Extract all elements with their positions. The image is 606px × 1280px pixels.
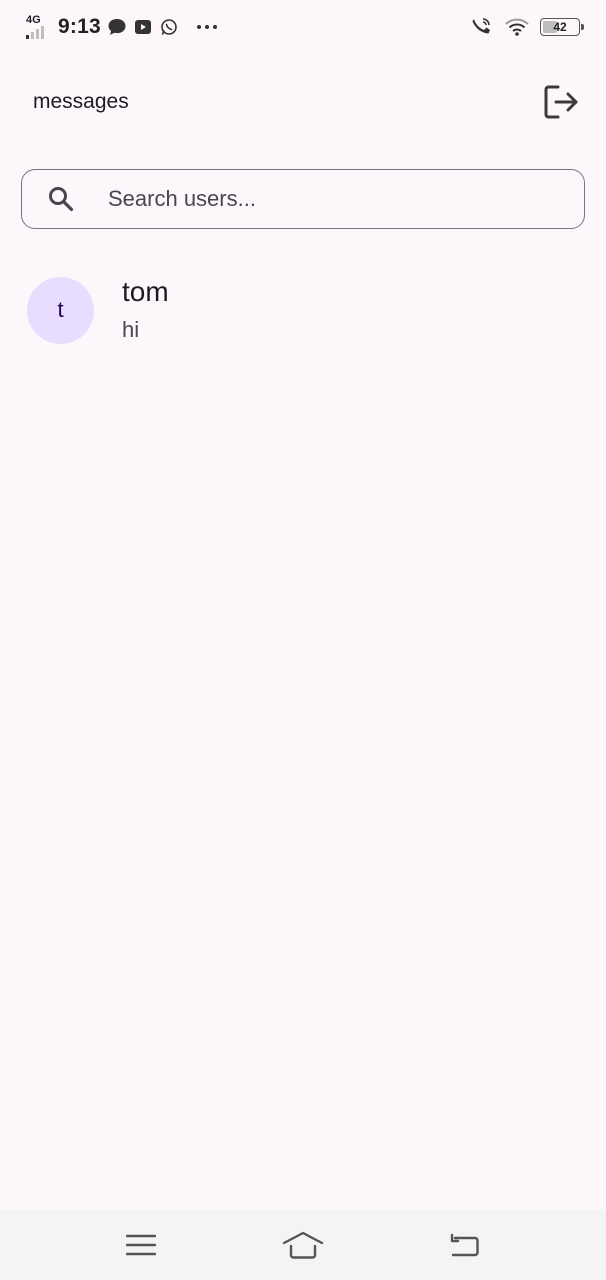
search-input[interactable] xyxy=(108,186,566,212)
wifi-icon xyxy=(504,17,530,37)
screen: 4G 9:13 42 messages Search users... t to… xyxy=(0,0,606,1280)
youtube-icon xyxy=(133,17,153,37)
chat-list: t tom hi xyxy=(0,262,606,358)
system-nav-bar xyxy=(0,1210,606,1280)
battery-icon: 42 xyxy=(540,18,584,36)
message-icon xyxy=(107,17,127,37)
back-icon xyxy=(450,1233,479,1257)
chat-text: tom hi xyxy=(122,275,169,345)
network-type: 4G xyxy=(26,14,41,26)
app-header: messages xyxy=(0,74,606,130)
signal-icon: 4G xyxy=(26,14,52,39)
chat-name: tom xyxy=(122,276,169,307)
wifi-calling-icon xyxy=(470,16,494,38)
whatsapp-icon xyxy=(159,17,179,37)
menu-icon xyxy=(126,1234,156,1256)
logout-icon xyxy=(544,85,578,119)
battery-level: 42 xyxy=(553,20,567,34)
status-bar: 4G 9:13 42 xyxy=(0,0,606,54)
home-button[interactable] xyxy=(273,1220,333,1270)
list-item[interactable]: t tom hi xyxy=(0,262,606,358)
search-icon xyxy=(46,184,76,214)
page-title: messages xyxy=(33,90,129,113)
logout-button[interactable] xyxy=(540,80,584,124)
avatar: t xyxy=(27,276,94,344)
avatar-letter: t xyxy=(57,297,64,322)
more-dots-icon xyxy=(195,23,219,31)
search-box xyxy=(21,169,585,229)
status-bar-left: 4G 9:13 xyxy=(26,14,219,39)
home-icon xyxy=(282,1231,324,1259)
status-bar-right: 42 xyxy=(470,16,584,38)
status-time: 9:13 xyxy=(58,15,101,38)
menu-button[interactable] xyxy=(111,1220,171,1270)
back-button[interactable] xyxy=(435,1220,495,1270)
chat-last-message: hi xyxy=(122,317,140,342)
